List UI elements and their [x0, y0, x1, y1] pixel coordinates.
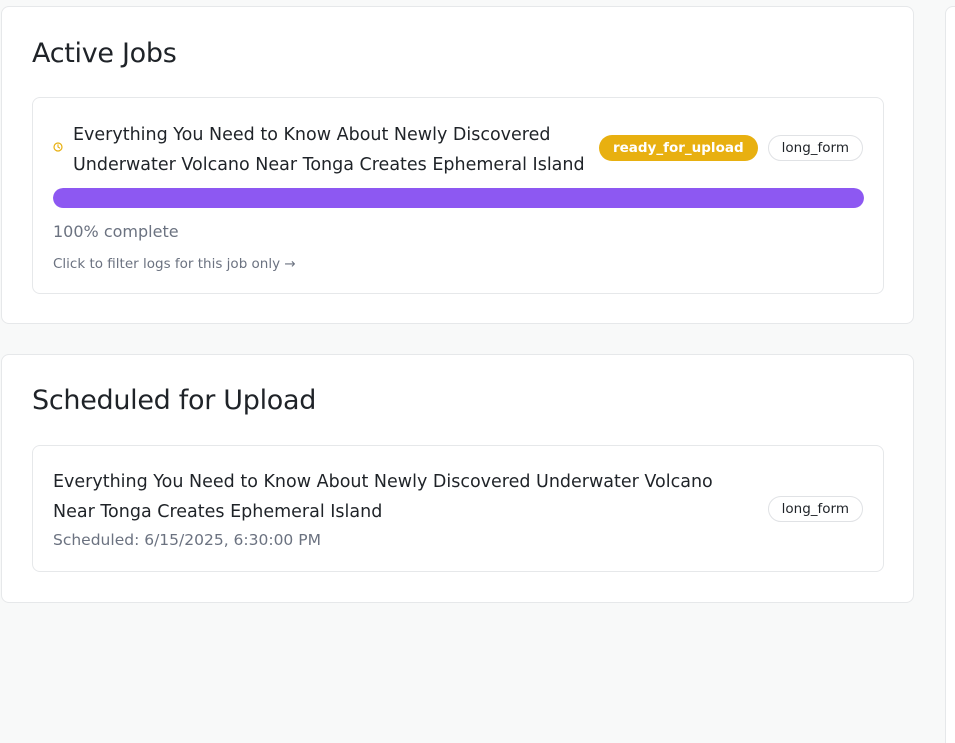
- filter-logs-link[interactable]: Click to filter logs for this job only →: [53, 255, 296, 273]
- job-title: Everything You Need to Know About Newly …: [73, 125, 585, 175]
- type-badge: long_form: [767, 496, 863, 522]
- progress-bar: [53, 188, 864, 208]
- scheduled-title: Scheduled for Upload: [32, 385, 317, 416]
- scheduled-panel: Scheduled for Upload Everything You Need…: [1, 354, 914, 603]
- scheduled-item-title: Everything You Need to Know About Newly …: [53, 472, 713, 522]
- status-badge: ready_for_upload: [598, 135, 758, 161]
- scheduled-card[interactable]: Everything You Need to Know About Newly …: [32, 445, 884, 572]
- scheduled-date: Scheduled: 6/15/2025, 6:30:00 PM: [53, 531, 321, 549]
- active-jobs-panel: Active Jobs Everything You Need to Know …: [1, 6, 914, 324]
- right-panel: [945, 6, 955, 743]
- clock-icon: [53, 142, 63, 152]
- type-badge: long_form: [767, 135, 863, 161]
- job-header: Everything You Need to Know About Newly …: [53, 120, 863, 180]
- job-badges: ready_for_upload long_form: [598, 135, 863, 161]
- progress-fill: [53, 188, 864, 208]
- job-card[interactable]: Everything You Need to Know About Newly …: [32, 97, 884, 294]
- progress-text: 100% complete: [53, 222, 179, 241]
- active-jobs-title: Active Jobs: [32, 38, 177, 69]
- page: Active Jobs Everything You Need to Know …: [0, 0, 955, 743]
